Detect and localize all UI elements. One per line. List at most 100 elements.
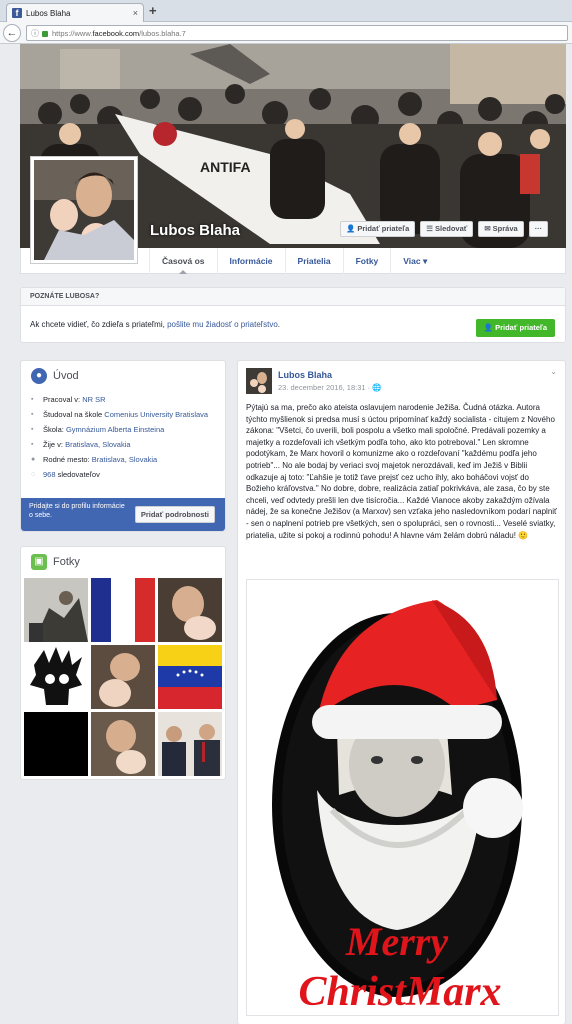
intro-item-link[interactable]: Bratislava, Slovakia: [65, 440, 130, 449]
photo-grid: [24, 578, 222, 776]
post-image[interactable]: Merry ChristMarx: [246, 579, 559, 1016]
url-path: /lubos.blaha.7: [139, 28, 186, 38]
intro-title-row: ● Úvod: [21, 361, 225, 391]
intro-item: ● Rodné mesto: Bratislava, Slovakia: [31, 455, 215, 465]
intro-item: ▪ Pracoval v: NR SR: [31, 395, 215, 405]
profile-name[interactable]: Lubos Blaha: [150, 222, 240, 239]
follow-label: Sledovať: [435, 224, 468, 233]
intro-item-link[interactable]: Gymnázium Alberta Einsteina: [66, 425, 164, 434]
intro-item-text: 968 sledovateľov: [43, 470, 100, 480]
back-arrow-icon[interactable]: ←: [3, 24, 21, 42]
post-date[interactable]: 23. december 2016, 18:31: [278, 383, 366, 392]
address-bar[interactable]: ⓘ https://www. facebook.com/lubos.blaha.7: [26, 25, 568, 41]
cover-actions: 👤 Pridať priateľa ☰ Sledovať ✉ Správa ···: [340, 221, 549, 237]
intro-item-link[interactable]: Comenius University Bratislava: [104, 410, 208, 419]
photos-title: Fotky: [53, 556, 80, 568]
intro-item-prefix: Pracoval v:: [43, 395, 83, 404]
post-author-name[interactable]: Lubos Blaha: [278, 370, 332, 380]
send-friend-request-link[interactable]: pošlite mu žiadosť o priateľstvo: [167, 320, 278, 329]
tab-title: Lubos Blaha: [26, 8, 71, 18]
know-person-banner: POZNÁTE LUBOSA? Ak chcete vidieť, čo zdi…: [20, 287, 566, 343]
add-friend-button[interactable]: 👤 Pridať priateľa: [340, 221, 416, 237]
know-text: Ak chcete vidieť, čo zdieľa s priateľmi,…: [30, 320, 280, 329]
tab-timeline[interactable]: Časová os: [149, 248, 217, 274]
photos-title-row: ▣ Fotky: [21, 547, 225, 577]
browser-tab[interactable]: f Lubos Blaha ×: [6, 3, 144, 22]
intro-item-text: Škola: Gymnázium Alberta Einsteina: [43, 425, 164, 435]
add-friend-icon: 👤: [346, 224, 356, 233]
green-button-label: Pridať priateľa: [495, 323, 547, 332]
intro-item-icon: ●: [31, 456, 36, 463]
add-friend-green-button[interactable]: 👤 Pridať priateľa: [475, 319, 555, 337]
photo-thumbnail[interactable]: [158, 645, 222, 709]
know-heading: POZNÁTE LUBOSA?: [21, 288, 565, 306]
new-tab-button[interactable]: +: [149, 3, 157, 18]
profile-picture[interactable]: [30, 156, 138, 264]
lock-icon: [42, 31, 48, 37]
intro-item-icon: ▪: [31, 396, 34, 403]
intro-item-link[interactable]: NR SR: [82, 395, 105, 404]
svg-text:ANTIFA: ANTIFA: [200, 159, 251, 175]
add-details-button[interactable]: Pridať podrobnosti: [134, 506, 215, 523]
intro-footer: Pridajte si do profilu informácie o sebe…: [21, 498, 225, 531]
photos-card: ▣ Fotky: [20, 546, 226, 780]
photo-thumbnail[interactable]: [24, 578, 88, 642]
tab-more[interactable]: Viac ▾: [390, 248, 439, 274]
intro-item-prefix: Študoval na škole: [43, 410, 105, 419]
caption-merry: Merry: [345, 919, 448, 964]
post-author-avatar[interactable]: [246, 368, 272, 394]
intro-item-link[interactable]: Bratislava, Slovakia: [92, 455, 157, 464]
intro-item: ▪ Študoval na škole Comenius University B…: [31, 410, 215, 420]
url-prefix: https://www.: [52, 28, 93, 38]
url-domain: facebook.com: [92, 28, 140, 38]
timeline-post: Lubos Blaha 23. december 2016, 18:31 · 🌐…: [237, 360, 566, 1024]
profile-tabs: Časová os Informácie Priatelia Fotky Via…: [149, 248, 439, 274]
know-text-before: Ak chcete vidieť, čo zdieľa s priateľmi,: [30, 320, 168, 329]
public-globe-icon: 🌐: [372, 383, 382, 392]
photo-thumbnail[interactable]: [158, 578, 222, 642]
intro-item-prefix: Škola:: [43, 425, 66, 434]
intro-list: ▪ Pracoval v: NR SR ▪ Študoval na škole Com…: [21, 391, 225, 480]
tab-photos[interactable]: Fotky: [342, 248, 391, 274]
post-meta: 23. december 2016, 18:31 · 🌐: [278, 383, 382, 392]
intro-item: ▪ Škola: Gymnázium Alberta Einsteina: [31, 425, 215, 435]
intro-item-text: Žije v: Bratislava, Slovakia: [43, 440, 131, 450]
info-icon[interactable]: ⓘ: [31, 28, 39, 39]
tab-about[interactable]: Informácie: [216, 248, 285, 274]
more-options-button[interactable]: ···: [528, 221, 549, 237]
intro-item-link[interactable]: 968: [43, 470, 56, 479]
intro-item: ◌ 968 sledovateľov: [31, 470, 215, 480]
intro-card: ● Úvod ▪ Pracoval v: NR SR ▪ Študoval na šk…: [20, 360, 226, 532]
intro-item-prefix: Žije v:: [43, 440, 66, 449]
facebook-favicon-icon: f: [12, 8, 22, 18]
chevron-down-icon[interactable]: ⌄: [550, 367, 557, 376]
photo-thumbnail[interactable]: [91, 712, 155, 776]
photo-thumbnail[interactable]: [91, 578, 155, 642]
caption-christmarx: ChristMarx: [298, 969, 501, 1015]
browser-tab-bar: f Lubos Blaha × +: [0, 0, 572, 22]
photo-thumbnail[interactable]: [91, 645, 155, 709]
photos-icon: ▣: [31, 554, 47, 570]
photo-thumbnail[interactable]: [24, 712, 88, 776]
intro-item-icon: ▪: [31, 441, 34, 448]
intro-title: Úvod: [53, 370, 79, 382]
rss-icon: ☰: [426, 224, 433, 233]
intro-footer-text: Pridajte si do profilu informácie o sebe…: [29, 503, 125, 519]
browser-nav-bar: ← ⓘ https://www. facebook.com/lubos.blaha…: [0, 22, 572, 44]
message-button[interactable]: ✉ Správa: [478, 221, 524, 237]
intro-item-icon: ◌: [31, 471, 36, 478]
intro-item-text: Študoval na škole Comenius University Br…: [43, 410, 208, 420]
post-text: Pýtajú sa ma, prečo ako ateista oslavuje…: [246, 403, 558, 540]
intro-item-icon: ▪: [31, 411, 34, 418]
intro-item-text: Rodné mesto: Bratislava, Slovakia: [43, 455, 157, 465]
messenger-icon: ✉: [484, 224, 491, 233]
intro-item-suffix: sledovateľov: [55, 470, 100, 479]
close-tab-icon[interactable]: ×: [133, 8, 138, 18]
know-text-after: .: [277, 320, 281, 329]
photo-thumbnail[interactable]: [158, 712, 222, 776]
tab-friends[interactable]: Priatelia: [284, 248, 343, 274]
photo-thumbnail[interactable]: [24, 645, 88, 709]
message-label: Správa: [492, 224, 518, 233]
intro-item-icon: ▪: [31, 426, 34, 433]
follow-button[interactable]: ☰ Sledovať: [420, 221, 474, 237]
